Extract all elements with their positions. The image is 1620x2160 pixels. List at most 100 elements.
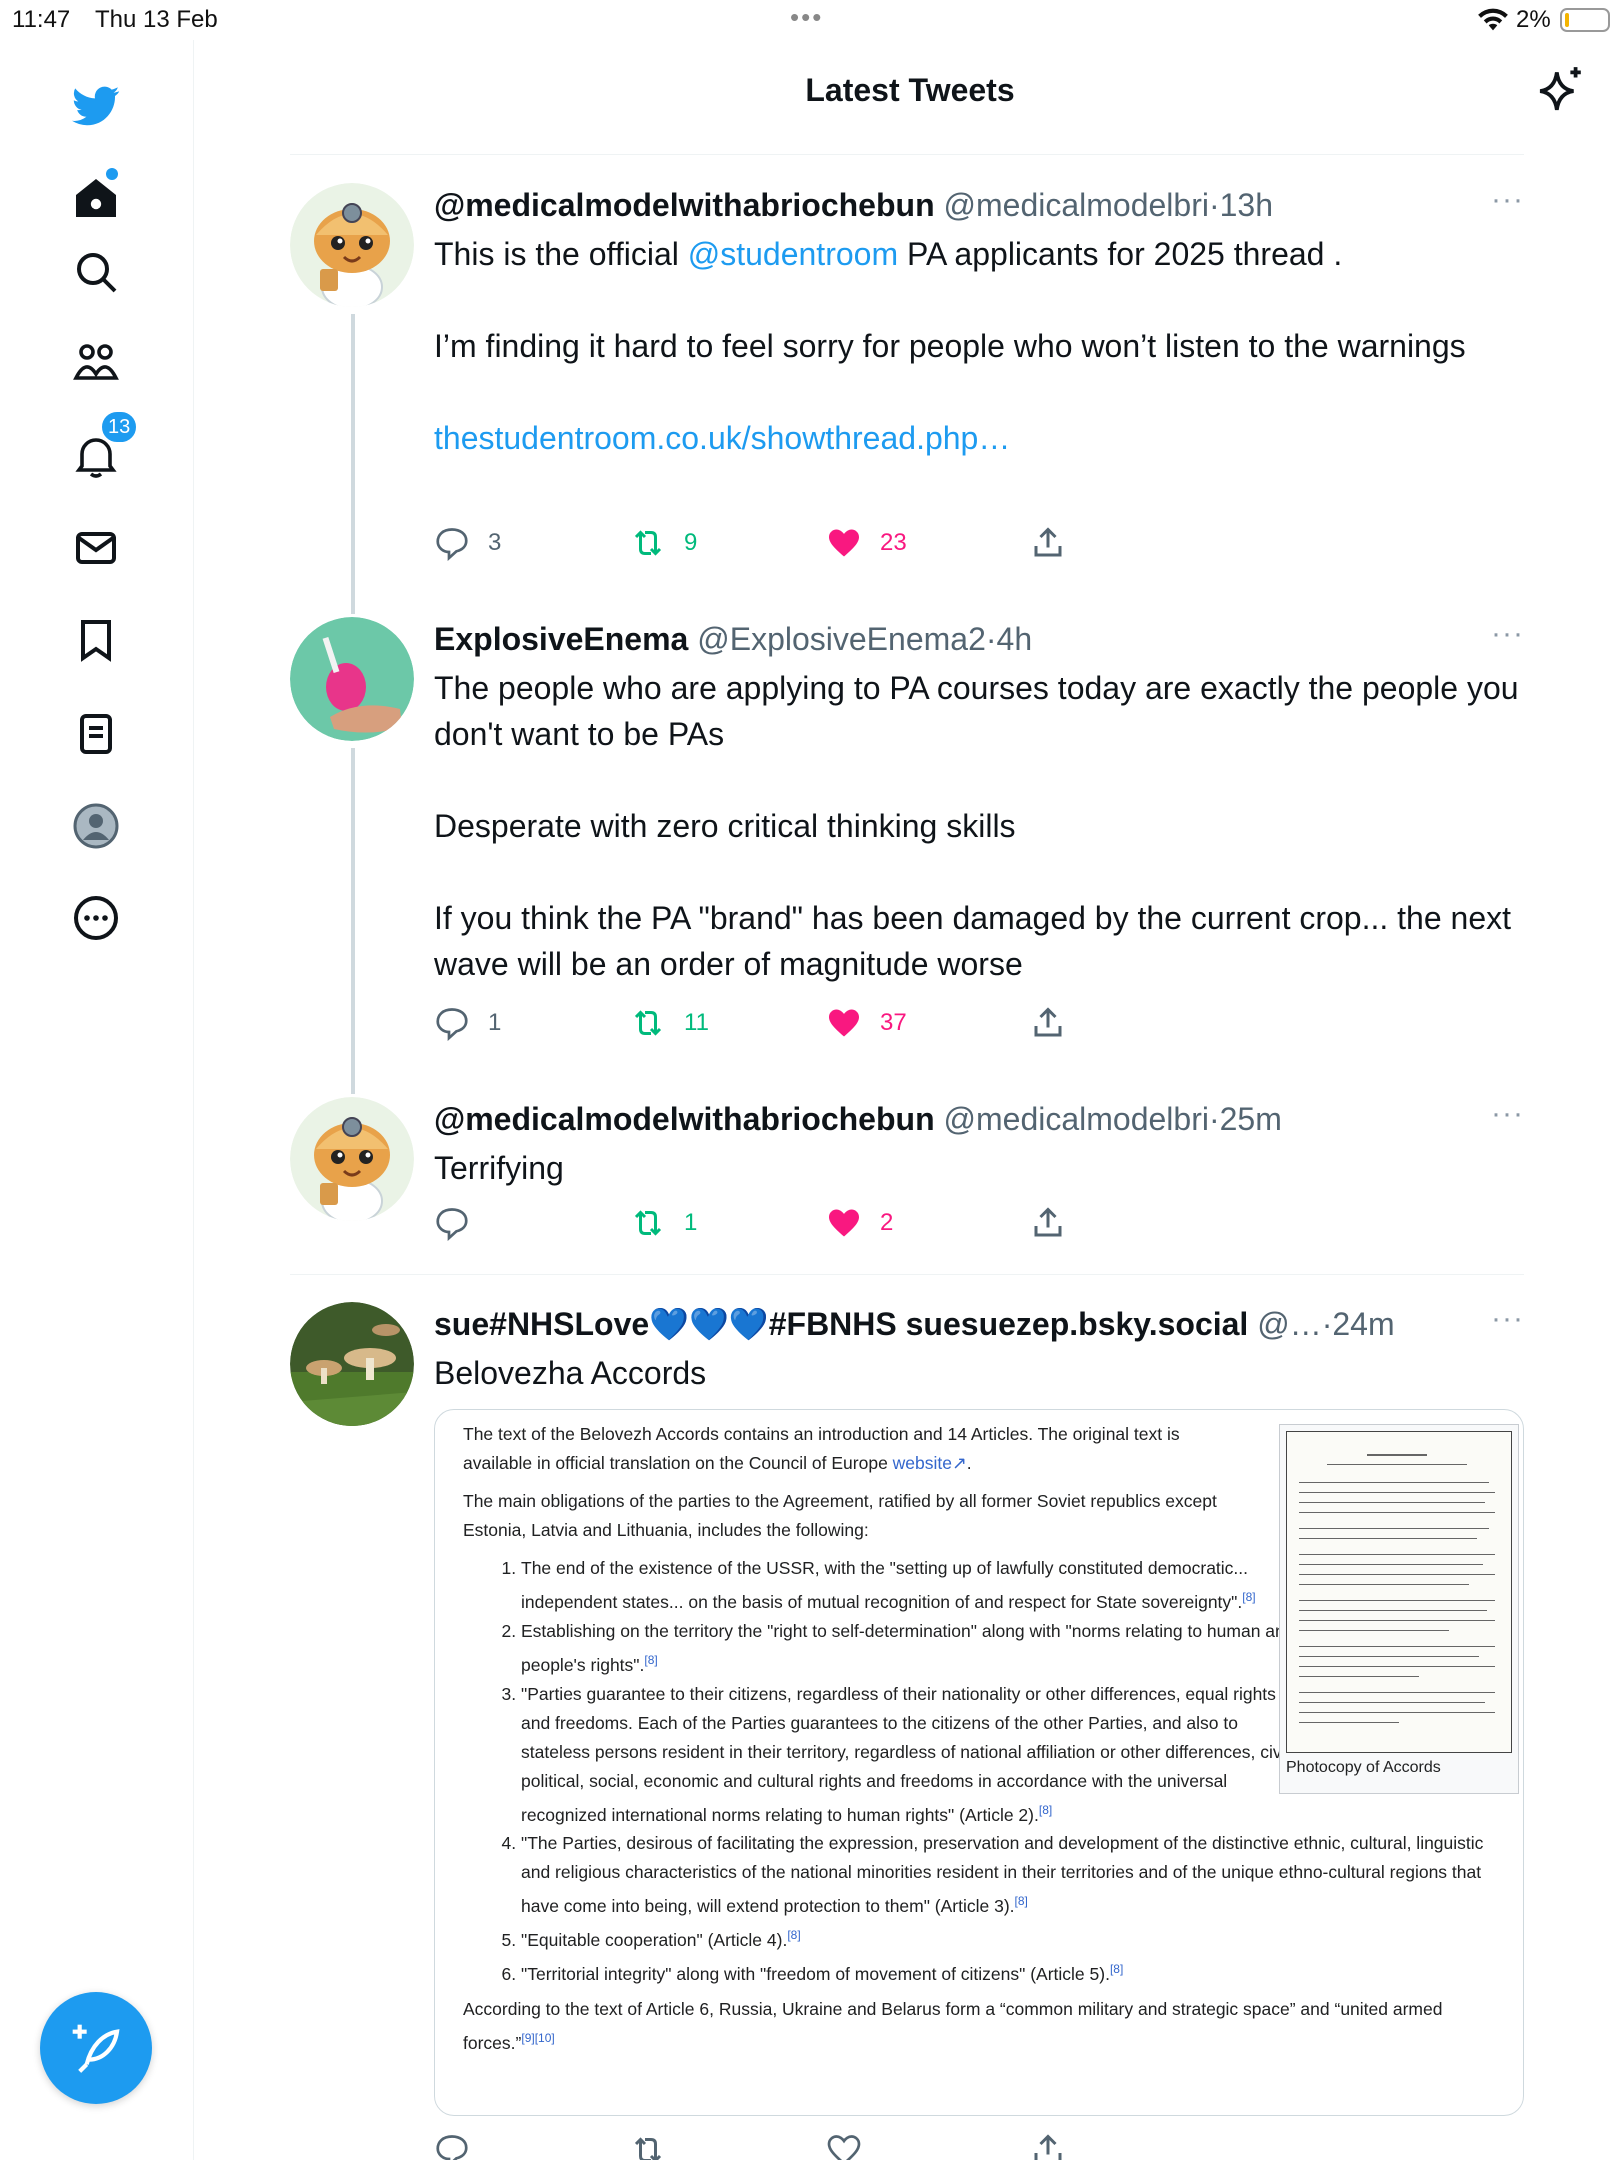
retweet-button[interactable]: 11 (630, 1003, 709, 1043)
nav-messages[interactable] (64, 516, 128, 580)
list-item: "The Parties, desirous of facilitating t… (521, 1829, 1503, 1921)
tweet-header: ExplosiveEnema @ExplosiveEnema2·4h (434, 621, 1033, 657)
share-button[interactable] (1030, 1003, 1084, 1043)
author-name[interactable]: @medicalmodelwithabriochebun (434, 187, 935, 223)
heart-outline-icon (827, 2135, 861, 2160)
photocopy-image (1286, 1431, 1512, 1753)
tweet[interactable]: sue#NHSLove💙💙💙#FBNHS suesuezep.bsky.soci… (290, 1302, 1524, 2160)
retweet-icon (634, 1010, 662, 1036)
retweet-count: 9 (684, 529, 698, 556)
twitter-logo-icon[interactable] (64, 74, 128, 138)
tweet-time[interactable]: 24m (1332, 1306, 1394, 1342)
reply-icon (436, 1008, 468, 1041)
retweet-count: 1 (684, 1209, 698, 1236)
reply-count: 3 (488, 529, 502, 556)
status-bar: 11:47 Thu 13 Feb ••• 2% (0, 0, 1620, 40)
mention-link[interactable]: @studentroom (688, 236, 898, 272)
like-button[interactable]: 23 (826, 523, 907, 563)
more-options-icon[interactable]: ··· (1484, 1302, 1524, 1335)
nav-search[interactable] (64, 240, 128, 304)
reply-icon (436, 2135, 468, 2160)
author-handle[interactable]: @medicalmodelbri (944, 1101, 1209, 1137)
retweet-icon (634, 1210, 662, 1236)
like-count: 37 (880, 1009, 907, 1036)
list-item: "Territorial integrity" along with "free… (521, 1955, 1503, 1989)
tweet[interactable]: @medicalmodelwithabriochebun @medicalmod… (290, 183, 1524, 563)
more-icon (74, 896, 118, 940)
share-icon (1034, 527, 1062, 557)
tweet-time[interactable]: 4h (997, 621, 1033, 657)
reply-button[interactable]: 3 (434, 523, 501, 563)
nav-bookmarks[interactable] (64, 608, 128, 672)
avatar[interactable] (290, 1302, 414, 1426)
reply-button[interactable]: 1 (434, 1003, 501, 1043)
author-name[interactable]: ExplosiveEnema (434, 621, 688, 657)
avatar[interactable] (290, 617, 414, 741)
status-date: Thu 13 Feb (95, 6, 218, 33)
share-button[interactable] (1030, 523, 1084, 563)
nav-notifications[interactable]: 13 (64, 410, 139, 488)
website-link: website (892, 1453, 953, 1473)
tweet-actions (434, 2130, 1354, 2160)
share-button[interactable] (1030, 1203, 1084, 1243)
retweet-button[interactable]: 9 (630, 523, 697, 563)
communities-icon (73, 344, 119, 380)
avatar[interactable] (290, 1097, 414, 1221)
more-options-icon[interactable]: ··· (1484, 617, 1524, 650)
like-count: 2 (880, 1209, 894, 1236)
profile-icon (73, 803, 119, 849)
nav-communities[interactable] (64, 332, 128, 396)
author-name[interactable]: sue#NHSLove💙💙💙#FBNHS suesuezep.bsky.soci… (434, 1306, 1248, 1342)
author-handle[interactable]: @… (1257, 1306, 1321, 1342)
retweet-button[interactable] (630, 2130, 684, 2160)
more-options-icon[interactable]: ··· (1484, 183, 1524, 216)
like-button[interactable] (826, 2130, 880, 2160)
reply-button[interactable] (434, 1203, 488, 1243)
retweet-count: 11 (684, 1009, 709, 1036)
retweet-button[interactable]: 1 (630, 1203, 697, 1243)
tweet-text: The people who are applying to PA course… (434, 670, 1519, 982)
header-divider (290, 154, 1524, 155)
share-icon (1034, 1207, 1062, 1237)
nav-home[interactable] (64, 166, 128, 230)
tweet[interactable]: @medicalmodelwithabriochebun @medicalmod… (290, 1097, 1524, 1247)
author-handle[interactable]: @medicalmodelbri (944, 187, 1209, 223)
battery-icon (1560, 8, 1610, 32)
tweet-actions: 1 11 37 (434, 1003, 1354, 1043)
like-button[interactable]: 37 (826, 1003, 907, 1043)
notification-count-badge: 13 (100, 410, 139, 444)
author-handle[interactable]: @ExplosiveEnema2 (697, 621, 986, 657)
reply-icon (436, 1208, 468, 1241)
list-icon (80, 714, 112, 754)
like-button[interactable]: 2 (826, 1203, 893, 1243)
wifi-icon (1478, 8, 1508, 31)
heart-icon (829, 1009, 859, 1037)
avatar[interactable] (290, 183, 414, 307)
author-name[interactable]: @medicalmodelwithabriochebun (434, 1101, 935, 1137)
home-new-dot (106, 168, 118, 180)
like-count: 23 (880, 529, 907, 556)
nav-profile[interactable] (64, 794, 128, 858)
battery-percent: 2% (1516, 6, 1551, 33)
more-options-icon[interactable]: ··· (1484, 1097, 1524, 1130)
list-item: "Parties guarantee to their citizens, re… (521, 1680, 1301, 1830)
tweet-time[interactable]: 13h (1220, 187, 1273, 223)
nav-lists[interactable] (64, 702, 128, 766)
tweet[interactable]: ExplosiveEnema @ExplosiveEnema2·4h ··· T… (290, 617, 1524, 1041)
reply-button[interactable] (434, 2130, 488, 2160)
home-icon (76, 179, 116, 217)
share-button[interactable] (1030, 2130, 1084, 2160)
compose-tweet-button[interactable] (40, 1992, 152, 2104)
url-link[interactable]: thestudentroom.co.uk/showthread.php… (434, 415, 1524, 461)
tweet-media-image[interactable]: The text of the Belovezh Accords contain… (434, 1409, 1524, 2116)
mail-icon (76, 532, 116, 564)
multitask-dots[interactable]: ••• (790, 2, 823, 33)
tweet-time[interactable]: 25m (1220, 1101, 1282, 1137)
nav-more[interactable] (64, 886, 128, 950)
sidebar: 13 (0, 40, 194, 2160)
list-item: Establishing on the territory the "right… (521, 1617, 1301, 1680)
tweet-text: Belovezha Accords (434, 1355, 707, 1391)
tweet-divider (290, 1274, 1524, 1275)
sparkle-icon[interactable] (1536, 64, 1586, 114)
search-icon (77, 253, 117, 293)
